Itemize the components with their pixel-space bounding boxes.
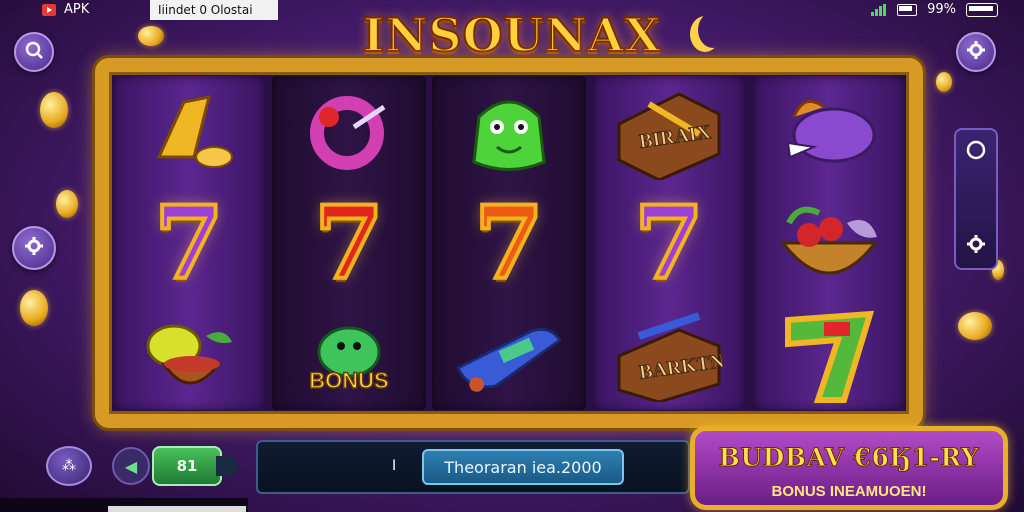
coin-icon [958,312,992,340]
search-icon [24,40,44,65]
gear-icon [966,40,986,65]
golden-horn-icon [129,82,249,182]
reel-4: BIRAIX 7 BARKTN [592,76,746,410]
coin-icon [56,190,78,218]
search-button[interactable] [14,32,54,72]
bet-decrease-button[interactable]: ◀ [112,447,150,485]
bonus-label: BONUS [309,368,390,395]
purple-seven-symbol: 7 [632,183,706,302]
battery-icon [966,2,998,17]
notification-text: Iiindet 0 Olostai [150,0,278,20]
gear-icon [966,234,986,259]
menu-button[interactable]: ⁂ [46,446,92,486]
settings-button[interactable] [956,32,996,72]
orange-seven-symbol: 7 [472,183,546,302]
promo-subtitle: BONUS INEAMUOEN! [771,483,927,500]
purple-seven-symbol: 7 [152,183,226,302]
coin-icon [138,26,164,46]
reels: 7 7 BONUS 7 BIRAIX 7 BARKTN [112,76,906,410]
balance-field[interactable]: Theoraran iea.2000 [422,449,624,485]
app-label: APK [64,2,90,17]
reel-3: 7 [432,76,586,410]
game-title: INSOUNAX [362,7,662,63]
treasure-crate-icon: BIRAIX [609,82,729,182]
bet-toggle[interactable] [216,456,238,476]
home-indicator [108,506,246,512]
coin-icon [20,290,48,326]
reel-5 [752,76,906,410]
purple-dragon-icon [769,82,889,182]
moon-icon [698,12,728,48]
golden-seven-icon [769,304,889,404]
side-control-panel [954,128,998,270]
bonus-dragon-icon: BONUS [289,304,409,404]
green-goblin-icon [449,82,569,182]
spin-toggle-button[interactable] [962,138,990,166]
balance-cursor: I [392,458,397,474]
fruit-bowl-icon [129,304,249,404]
bonus-promo-banner[interactable]: BUDBAV €6Ӄ1-RY BONUS INEAMUOEN! [690,426,1008,510]
balance-text: Theoraran iea.2000 [444,457,602,477]
reel-2: 7 BONUS [272,76,426,410]
battery-small-icon [897,3,918,16]
battery-percent: 99% [927,2,956,17]
promo-title: BUDBAV €6Ӄ1-RY [718,443,980,473]
reel-1: 7 [112,76,266,410]
status-right: 99% [871,2,998,17]
options-button[interactable] [12,226,56,270]
red-seven-symbol: 7 [312,183,386,302]
gear-icon [24,236,44,261]
panel-settings-button[interactable] [962,232,990,260]
fruit-basket-icon [769,193,889,293]
status-left: APK [42,2,89,17]
coin-icon [40,92,68,128]
wooden-crate-icon: BARKTN [609,304,729,404]
menu-button-label: ⁂ [62,458,76,474]
bet-value: 81 [176,457,198,475]
bet-value-box[interactable]: 81 [152,446,222,486]
blue-car-icon [449,304,569,404]
candy-ring-icon [289,82,409,182]
coin-icon [936,72,952,92]
arrow-left-icon: ◀ [124,456,138,476]
youtube-icon [42,3,56,16]
circle-icon [965,139,987,166]
wifi-icon [871,3,887,16]
